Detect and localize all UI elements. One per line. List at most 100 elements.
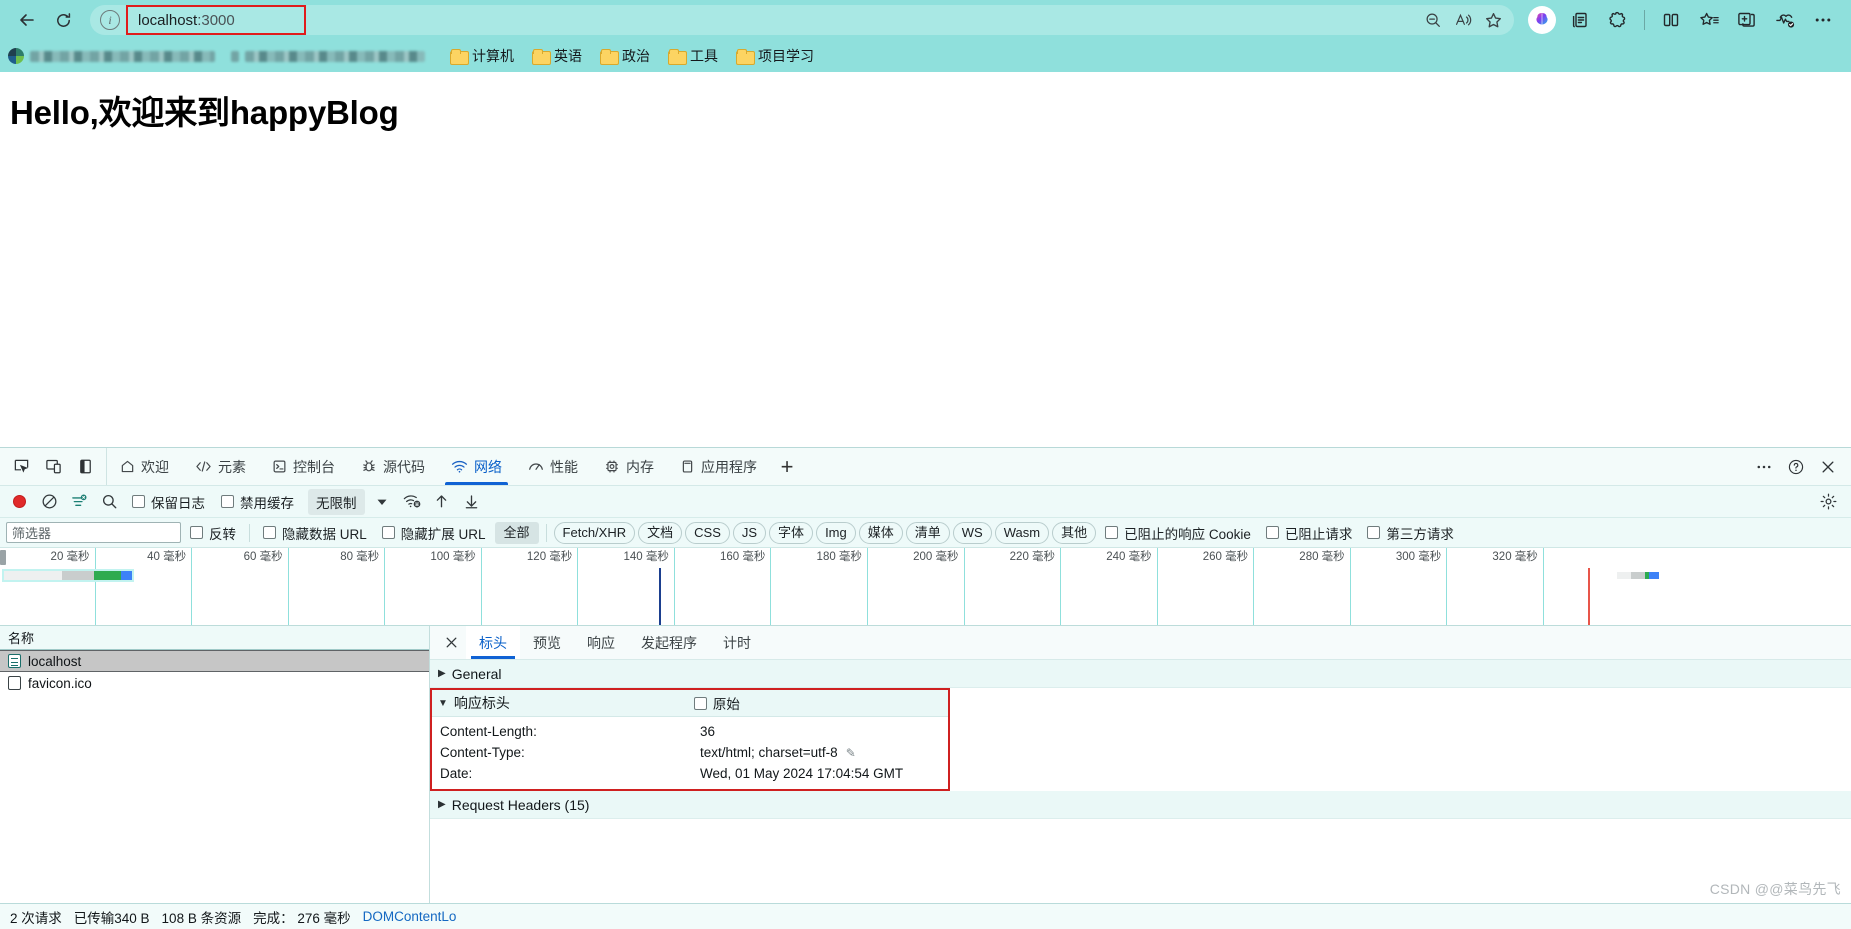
- settings-gear-icon[interactable]: [1815, 490, 1841, 514]
- blocked-requests-checkbox[interactable]: 已阻止请求: [1260, 523, 1359, 543]
- close-icon[interactable]: [436, 626, 466, 659]
- response-headers-section-header[interactable]: ▼ 响应标头 原始: [432, 690, 948, 717]
- bookmark-item-0[interactable]: 计算机: [443, 43, 521, 69]
- add-panel-button[interactable]: +: [770, 448, 804, 485]
- more-options-icon[interactable]: [1749, 453, 1779, 481]
- favorite-star-icon[interactable]: [1478, 6, 1508, 34]
- hide-extension-urls-checkbox[interactable]: 隐藏扩展 URL: [376, 523, 492, 543]
- bar-segment-waiting: [1631, 572, 1645, 579]
- export-har-icon[interactable]: [459, 490, 485, 514]
- network-overview-timeline[interactable]: 20 毫秒 40 毫秒 60 毫秒 80 毫秒 100 毫秒 120 毫秒 140 毫秒 16…: [0, 548, 1851, 626]
- type-chip-css[interactable]: CSS: [685, 521, 730, 544]
- details-tab-response[interactable]: 响应: [574, 626, 628, 659]
- request-headers-section-header[interactable]: ▶ Request Headers (15): [430, 791, 1851, 819]
- checkbox-box: [132, 495, 145, 508]
- type-chip-doc[interactable]: 文档: [638, 521, 683, 544]
- reload-button[interactable]: [46, 3, 80, 37]
- status-finish: 完成： 276 毫秒: [253, 910, 351, 926]
- collections-icon[interactable]: [1562, 3, 1598, 37]
- tab-welcome[interactable]: 欢迎: [107, 448, 182, 485]
- details-tab-initiator[interactable]: 发起程序: [628, 626, 710, 659]
- overview-tick-label: 120 毫秒: [526, 551, 573, 563]
- raw-toggle-label: 原始: [712, 697, 740, 712]
- read-aloud-icon[interactable]: [1448, 6, 1478, 34]
- tab-console[interactable]: 控制台: [259, 448, 348, 485]
- devtools-panel: 欢迎 元素 控制台 源代码 网络 性能 内存 应用程序 + 保留日志 禁用缓存 …: [0, 447, 1851, 929]
- request-list-header[interactable]: 名称: [0, 626, 429, 650]
- details-tab-headers[interactable]: 标头: [466, 626, 520, 659]
- help-icon[interactable]: [1781, 453, 1811, 481]
- inspect-element-icon[interactable]: [6, 453, 36, 481]
- checkbox-box: [693, 696, 707, 710]
- dock-side-icon[interactable]: [70, 453, 100, 481]
- add-tab-to-collection-icon[interactable]: [1729, 3, 1765, 37]
- header-key: Content-Length:: [440, 724, 537, 739]
- request-row-localhost[interactable]: localhost: [0, 650, 429, 672]
- blocked-response-cookies-checkbox[interactable]: 已阻止的响应 Cookie: [1099, 523, 1257, 543]
- bookmark-item-2[interactable]: 政治: [593, 43, 657, 69]
- filter-icon[interactable]: [66, 490, 92, 514]
- chevron-down-icon[interactable]: [369, 490, 395, 514]
- type-chip-font[interactable]: 字体: [769, 521, 814, 544]
- invert-checkbox[interactable]: 反转: [184, 523, 242, 543]
- status-resources: 108 B 条资源: [161, 910, 242, 926]
- favorites-list-icon[interactable]: [1691, 3, 1727, 37]
- checkbox-box: [190, 526, 203, 539]
- type-chip-js[interactable]: JS: [732, 521, 767, 544]
- copilot-icon[interactable]: [1528, 6, 1556, 34]
- third-party-requests-checkbox[interactable]: 第三方请求: [1361, 523, 1460, 543]
- address-bar[interactable]: i localhost:3000: [90, 5, 1514, 35]
- tab-sources[interactable]: 源代码: [348, 448, 438, 485]
- network-conditions-icon[interactable]: [399, 490, 425, 514]
- import-har-icon[interactable]: [429, 490, 455, 514]
- bookmark-item-1[interactable]: 英语: [525, 43, 589, 69]
- disable-cache-checkbox[interactable]: 禁用缓存: [215, 492, 300, 512]
- close-devtools-icon[interactable]: [1813, 453, 1843, 481]
- tab-performance[interactable]: 性能: [515, 448, 591, 485]
- throttling-select[interactable]: 无限制: [308, 488, 365, 515]
- general-section-header[interactable]: ▶ General: [430, 660, 1851, 688]
- record-stop-icon[interactable]: [6, 490, 32, 514]
- search-icon[interactable]: [96, 490, 122, 514]
- devtools-dock-group: [4, 448, 107, 485]
- type-chip-other[interactable]: 其他: [1052, 521, 1097, 544]
- blurred-bookmark-1[interactable]: [30, 50, 215, 62]
- header-row-content-length: Content-Length: 36: [432, 721, 948, 742]
- blurred-bookmark-icon[interactable]: [231, 50, 239, 62]
- tab-network[interactable]: 网络: [438, 448, 515, 485]
- type-chip-ws[interactable]: WS: [952, 521, 992, 544]
- extensions-icon[interactable]: [1600, 3, 1636, 37]
- clear-icon[interactable]: [36, 490, 62, 514]
- details-tab-preview[interactable]: 预览: [520, 626, 574, 659]
- bookmark-blurred-group[interactable]: [8, 48, 425, 64]
- zoom-out-icon[interactable]: [1418, 6, 1448, 34]
- details-tab-timing[interactable]: 计时: [710, 626, 764, 659]
- device-toolbar-icon[interactable]: [38, 453, 68, 481]
- tab-memory[interactable]: 内存: [591, 448, 667, 485]
- type-chip-media[interactable]: 媒体: [858, 521, 903, 544]
- browser-essentials-icon[interactable]: [1767, 3, 1803, 37]
- tab-elements[interactable]: 元素: [182, 448, 259, 485]
- bookmark-item-4[interactable]: 项目学习: [729, 43, 821, 69]
- console-icon: [272, 459, 287, 474]
- settings-more-icon[interactable]: [1805, 3, 1841, 37]
- blocked-response-cookies-label: 已阻止的响应 Cookie: [1124, 526, 1251, 542]
- edit-pencil-icon[interactable]: ✎: [846, 746, 856, 760]
- url-highlight-box[interactable]: localhost:3000: [126, 5, 306, 35]
- type-chip-fetch-xhr[interactable]: Fetch/XHR: [553, 521, 636, 544]
- type-chip-all[interactable]: 全部: [494, 521, 539, 544]
- raw-toggle-checkbox[interactable]: 原始: [693, 693, 740, 713]
- tab-application[interactable]: 应用程序: [667, 448, 770, 485]
- request-row-favicon[interactable]: favicon.ico: [0, 672, 429, 694]
- blurred-bookmark-2[interactable]: [245, 50, 425, 62]
- hide-data-urls-checkbox[interactable]: 隐藏数据 URL: [257, 523, 373, 543]
- type-chip-manifest[interactable]: 清单: [905, 521, 950, 544]
- filter-input[interactable]: 筛选器: [6, 522, 181, 543]
- type-chip-img[interactable]: Img: [816, 521, 856, 544]
- bookmark-item-3[interactable]: 工具: [661, 43, 725, 69]
- site-info-icon[interactable]: i: [100, 10, 120, 30]
- split-screen-icon[interactable]: [1653, 3, 1689, 37]
- back-button[interactable]: [10, 3, 44, 37]
- type-chip-wasm[interactable]: Wasm: [994, 521, 1050, 544]
- preserve-log-checkbox[interactable]: 保留日志: [126, 492, 211, 512]
